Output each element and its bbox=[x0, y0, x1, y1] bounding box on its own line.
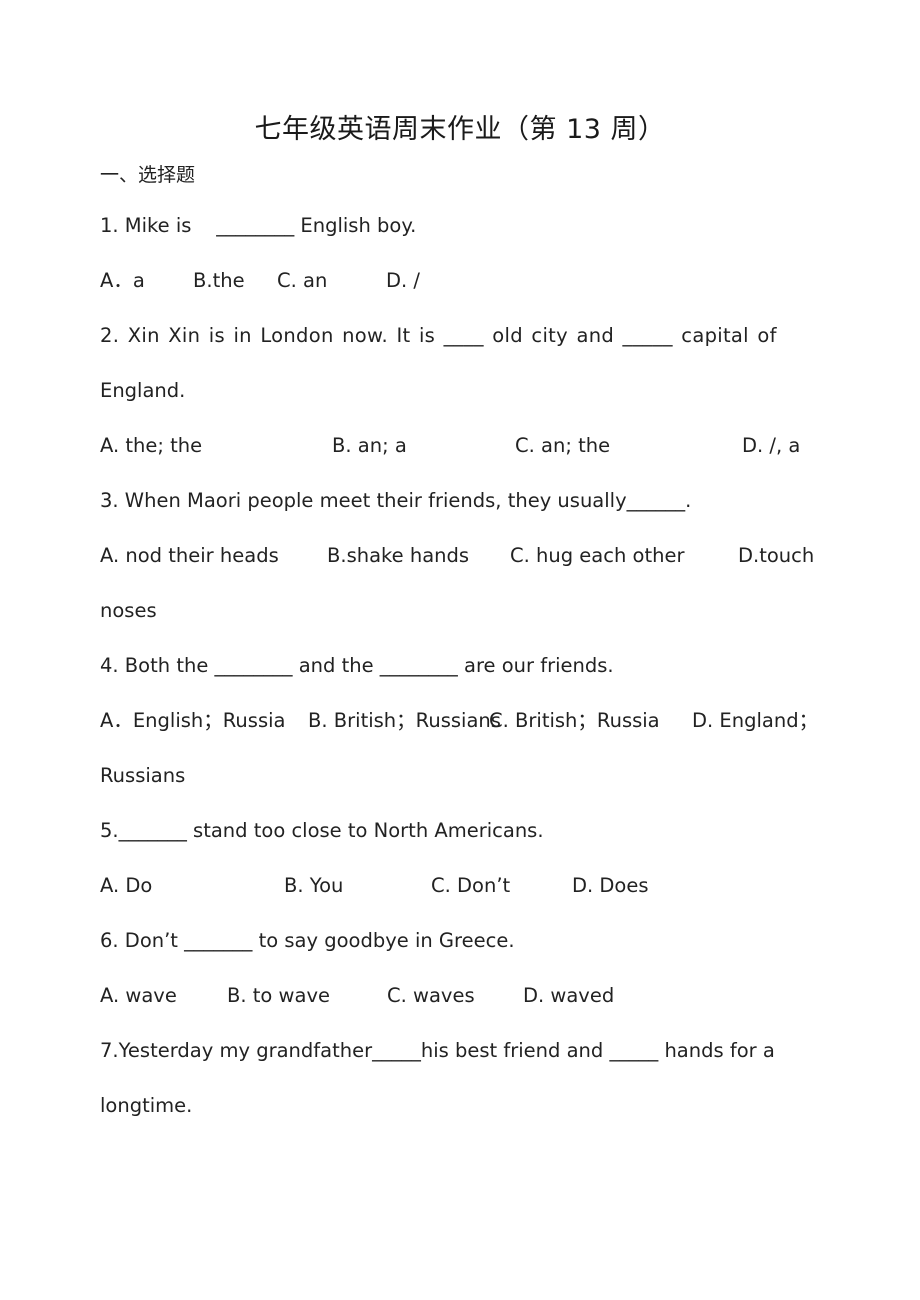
question-2-option-a: A. the; the bbox=[100, 434, 203, 457]
question-2-stem-continued: England. bbox=[100, 379, 186, 402]
question-2-stem: 2. Xin Xin is in London now. It is ____ … bbox=[100, 324, 777, 347]
question-2-option-b: B. an; a bbox=[332, 434, 407, 457]
question-4-option-d: D. England； bbox=[692, 709, 819, 732]
question-7-stem: 7.Yesterday my grandfather_____his best … bbox=[100, 1039, 775, 1062]
question-5-option-c: C. Don’t bbox=[431, 874, 511, 897]
question-4-option-a: A．English；Russia bbox=[100, 709, 286, 732]
question-3-stem: 3. When Maori people meet their friends,… bbox=[100, 489, 692, 512]
question-5-option-d: D. Does bbox=[572, 874, 649, 897]
question-3-option-b: B.shake hands bbox=[327, 544, 470, 567]
question-6-option-d: D. waved bbox=[523, 984, 615, 1007]
question-1-option-a: A．a bbox=[100, 269, 145, 292]
question-2-option-d: D. /, a bbox=[742, 434, 801, 457]
question-4-option-d-continued: Russians bbox=[100, 764, 186, 787]
question-6-option-b: B. to wave bbox=[227, 984, 330, 1007]
question-4-option-b: B. British；Russians bbox=[308, 709, 501, 732]
question-3-option-c: C. hug each other bbox=[510, 544, 685, 567]
question-6-stem: 6. Don’t _______ to say goodbye in Greec… bbox=[100, 929, 515, 952]
question-3-option-a: A. nod their heads bbox=[100, 544, 279, 567]
question-3-option-d: D.touch bbox=[738, 544, 815, 567]
question-5-stem: 5._______ stand too close to North Ameri… bbox=[100, 819, 544, 842]
question-4-option-c: C. British；Russia bbox=[489, 709, 660, 732]
question-1-stem: 1. Mike is ________ English boy. bbox=[100, 214, 417, 237]
question-1-option-c: C. an bbox=[277, 269, 328, 292]
section-heading: 一、选择题 bbox=[100, 164, 196, 186]
question-7-stem-continued: longtime. bbox=[100, 1094, 193, 1117]
document-title: 七年级英语周末作业（第 13 周） bbox=[254, 114, 666, 145]
document-page: 七年级英语周末作业（第 13 周） 一、选择题 1. Mike is _____… bbox=[0, 0, 920, 1300]
question-1-option-d: D. / bbox=[386, 269, 420, 292]
question-6-option-a: A. wave bbox=[100, 984, 177, 1007]
question-2-option-c: C. an; the bbox=[515, 434, 611, 457]
question-5-option-b: B. You bbox=[284, 874, 344, 897]
question-5-option-a: A. Do bbox=[100, 874, 153, 897]
question-4-stem: 4. Both the ________ and the ________ ar… bbox=[100, 654, 614, 677]
question-3-option-d-continued: noses bbox=[100, 599, 157, 622]
question-6-option-c: C. waves bbox=[387, 984, 475, 1007]
question-1-option-b: B.the bbox=[193, 269, 245, 292]
